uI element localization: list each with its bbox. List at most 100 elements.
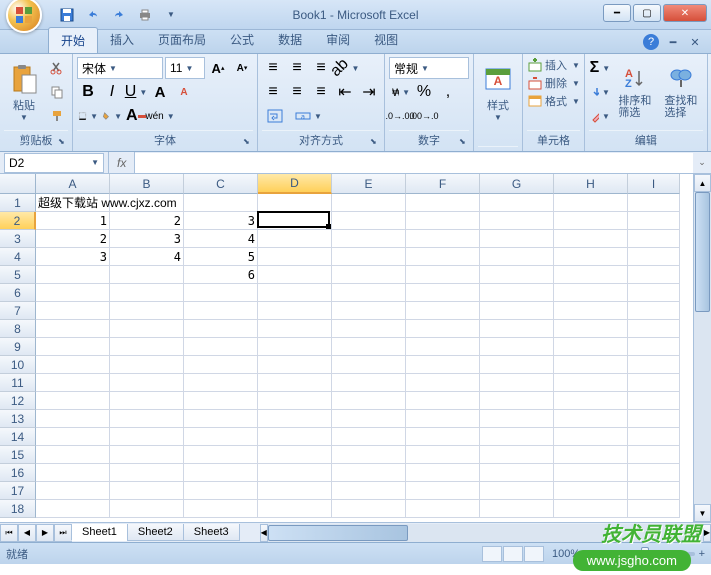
cell[interactable] [480,428,554,446]
column-header[interactable]: E [332,174,406,194]
tab-4[interactable]: 数据 [266,27,314,53]
cell[interactable] [406,338,480,356]
tab-2[interactable]: 页面布局 [146,27,218,53]
paste-button[interactable]: 粘贴 ▼ [4,57,44,127]
decrease-indent-icon[interactable]: ⇤ [334,81,356,103]
tab-5[interactable]: 审阅 [314,27,362,53]
zoom-out-button[interactable]: − [584,548,590,560]
cell[interactable] [628,266,680,284]
cell[interactable] [184,338,258,356]
cell[interactable] [110,284,184,302]
fx-icon[interactable]: fx [113,156,130,170]
cell[interactable] [628,320,680,338]
font-name-combo[interactable]: 宋体▼ [77,57,163,79]
cell[interactable] [332,302,406,320]
tab-1[interactable]: 插入 [98,27,146,53]
cell[interactable] [332,482,406,500]
cell[interactable] [554,374,628,392]
cell[interactable] [332,320,406,338]
cell[interactable] [36,464,110,482]
page-layout-view-button[interactable] [503,546,523,562]
column-header[interactable]: D [258,174,332,194]
cell[interactable] [258,392,332,410]
row-header[interactable]: 3 [0,230,36,248]
decrease-decimal-icon[interactable]: .00→.0 [413,105,435,127]
cell[interactable] [554,212,628,230]
cell[interactable] [110,464,184,482]
cell[interactable] [480,284,554,302]
cell[interactable] [258,212,332,230]
cell[interactable] [406,392,480,410]
sort-filter-button[interactable]: AZ 排序和 筛选 [613,57,657,127]
cell[interactable] [332,356,406,374]
close-button[interactable]: ✕ [663,4,707,22]
cell[interactable] [554,356,628,374]
cell[interactable] [480,338,554,356]
cell[interactable] [406,194,480,212]
cell[interactable] [110,482,184,500]
cell[interactable] [554,302,628,320]
save-icon[interactable] [56,4,78,26]
cell[interactable] [36,320,110,338]
cell[interactable]: 6 [184,266,258,284]
border-icon[interactable]: ▼ [77,105,99,127]
cell[interactable] [554,482,628,500]
cell[interactable] [332,266,406,284]
cell[interactable] [332,464,406,482]
cell[interactable]: 3 [184,212,258,230]
select-all-corner[interactable] [0,174,36,194]
column-header[interactable]: B [110,174,184,194]
cell[interactable]: 1 [36,212,110,230]
cell[interactable] [332,230,406,248]
cell[interactable] [332,446,406,464]
cell[interactable] [36,392,110,410]
cell[interactable] [258,320,332,338]
page-break-view-button[interactable] [524,546,544,562]
italic-button[interactable]: I [101,81,123,103]
cell[interactable] [258,266,332,284]
sheet-nav-last-icon[interactable]: ⏭ [54,524,72,542]
align-right-icon[interactable]: ≡ [310,81,332,103]
cell[interactable] [36,284,110,302]
row-header[interactable]: 15 [0,446,36,464]
font-color-large-icon[interactable]: A [149,81,171,103]
scroll-left-icon[interactable]: ◀ [260,524,268,542]
cell[interactable] [184,284,258,302]
zoom-level[interactable]: 100% [552,548,580,560]
cell[interactable] [406,500,480,518]
cell[interactable] [36,374,110,392]
cell[interactable] [258,230,332,248]
cell[interactable] [258,374,332,392]
column-header[interactable]: G [480,174,554,194]
zoom-in-button[interactable]: + [699,548,705,560]
cell[interactable] [406,284,480,302]
cell[interactable] [110,410,184,428]
cell[interactable] [184,320,258,338]
percent-icon[interactable]: % [413,81,435,103]
cell[interactable] [110,194,184,212]
cell[interactable] [554,446,628,464]
row-header[interactable]: 16 [0,464,36,482]
cell[interactable] [406,230,480,248]
cell[interactable] [628,248,680,266]
tab-3[interactable]: 公式 [218,27,266,53]
styles-button[interactable]: A 样式 ▼ [478,57,518,127]
formula-input[interactable] [135,153,693,173]
cell[interactable] [554,500,628,518]
cell[interactable] [332,212,406,230]
wrap-text-icon[interactable] [262,105,288,127]
cell[interactable] [36,410,110,428]
cell[interactable] [36,428,110,446]
cell[interactable] [628,356,680,374]
cell[interactable]: 4 [184,230,258,248]
cell[interactable] [628,410,680,428]
cell[interactable] [480,194,554,212]
cell[interactable]: 3 [110,230,184,248]
cell[interactable]: 5 [184,248,258,266]
cell[interactable] [184,428,258,446]
align-middle-icon[interactable]: ≡ [286,57,308,79]
cell[interactable] [628,446,680,464]
mdi-close-icon[interactable]: ✕ [687,34,703,50]
align-left-icon[interactable]: ≡ [262,81,284,103]
vertical-scrollbar[interactable]: ▲ ▼ [693,174,711,522]
